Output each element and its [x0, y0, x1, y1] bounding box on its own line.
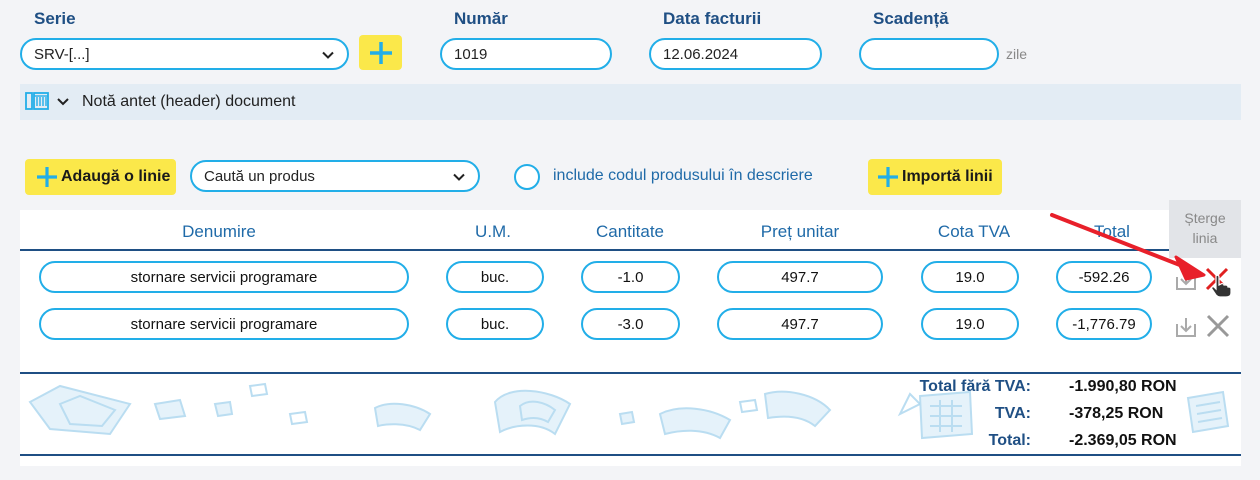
totals-divider-bottom	[20, 454, 1241, 456]
include-code-label: include codul produsului în descriere	[553, 167, 813, 184]
search-product-select[interactable]: Caută un produs	[190, 160, 480, 192]
column-header-pret-unitar: Preț unitar	[760, 222, 840, 241]
annotation-arrow-icon	[1050, 213, 1206, 281]
row-1-cantitate[interactable]: -1.0	[581, 261, 680, 293]
column-header-denumire: Denumire	[182, 222, 256, 241]
zile-suffix: zile	[1006, 46, 1028, 62]
include-code-radio[interactable]	[514, 164, 540, 190]
delete-line-icon[interactable]	[1205, 313, 1231, 339]
data-facturii-value: 12.06.2024	[663, 45, 739, 63]
chevron-down-icon	[57, 98, 69, 106]
chevron-down-icon	[453, 173, 465, 181]
row-1-denumire[interactable]: stornare servicii programare	[39, 261, 409, 293]
import-lines-label: Importă linii	[902, 168, 993, 185]
decorative-document-icon	[1186, 390, 1230, 434]
serie-label: Serie	[34, 9, 76, 28]
column-header-cota-tva: Cota TVA	[937, 222, 1011, 241]
column-header-um: U.M.	[475, 222, 511, 241]
serie-value: SRV-[...]	[34, 45, 90, 63]
row-1-um[interactable]: buc.	[446, 261, 544, 293]
data-facturii-input[interactable]: 12.06.2024	[649, 38, 822, 70]
plus-icon	[37, 167, 57, 187]
data-facturii-label: Data facturii	[663, 9, 762, 28]
header-note-label: Notă antet (header) document	[82, 93, 296, 110]
row-2-tva[interactable]: 19.0	[921, 308, 1019, 340]
search-product-value: Caută un produs	[204, 167, 315, 185]
scadenta-input[interactable]	[859, 38, 999, 70]
chevron-down-icon	[322, 51, 334, 59]
total-fara-tva-label: Total fără TVA:	[919, 378, 1031, 395]
total-label: Total:	[988, 432, 1031, 449]
tva-value: -378,25 RON	[1069, 405, 1164, 422]
decorative-documents-illustration	[28, 382, 920, 440]
numar-label: Număr	[454, 9, 508, 28]
row-2-cantitate[interactable]: -3.0	[581, 308, 680, 340]
header-note-bar[interactable]: Notă antet (header) document	[20, 84, 1241, 120]
serie-select[interactable]: SRV-[...]	[20, 38, 349, 70]
add-line-label: Adaugă o linie	[61, 168, 171, 185]
numar-input[interactable]: 1019	[440, 38, 612, 70]
plus-icon	[878, 167, 898, 187]
row-2-total: -1,776.79	[1056, 308, 1152, 340]
row-2-um[interactable]: buc.	[446, 308, 544, 340]
import-lines-button[interactable]: Importă linii	[868, 159, 1002, 195]
plus-icon	[369, 41, 392, 64]
row-2-denumire[interactable]: stornare servicii programare	[39, 308, 409, 340]
numar-value: 1019	[454, 45, 488, 63]
add-line-button[interactable]: Adaugă o linie	[25, 159, 176, 195]
scadenta-label: Scadență	[873, 9, 949, 28]
row-1-pret[interactable]: 497.7	[717, 261, 883, 293]
move-down-icon[interactable]	[1174, 315, 1198, 339]
add-serie-button[interactable]	[359, 35, 402, 70]
row-2-pret[interactable]: 497.7	[717, 308, 883, 340]
tva-label: TVA:	[994, 405, 1031, 422]
column-header-cantitate: Cantitate	[595, 222, 665, 241]
document-header-icon	[25, 92, 49, 110]
row-1-tva[interactable]: 19.0	[921, 261, 1019, 293]
total-fara-tva-value: -1.990,80 RON	[1069, 378, 1177, 395]
total-value: -2.369,05 RON	[1069, 432, 1177, 449]
